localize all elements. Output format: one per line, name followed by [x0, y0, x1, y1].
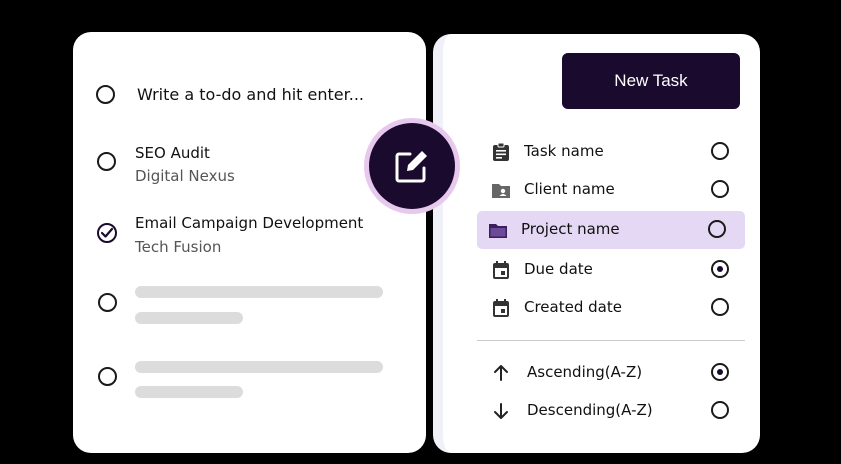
task-title: Email Campaign Development — [135, 214, 364, 232]
folder-icon — [489, 224, 507, 238]
clipboard-icon — [493, 142, 509, 161]
sort-order-label: Descending(A-Z) — [527, 401, 653, 419]
sort-option-label: Client name — [524, 180, 615, 198]
arrow-down-icon — [494, 403, 508, 419]
sort-order-radio[interactable] — [711, 363, 729, 381]
task-title: SEO Audit — [135, 144, 210, 162]
edit-icon — [395, 151, 427, 183]
task-client: Digital Nexus — [135, 167, 235, 185]
folder-user-icon — [492, 184, 510, 198]
sort-order-label: Ascending(A-Z) — [527, 363, 643, 381]
sort-order-descending[interactable]: Descending(A-Z) — [480, 392, 744, 430]
sort-option-task-name[interactable]: Task name — [480, 133, 744, 171]
todo-input[interactable]: Write a to-do and hit enter... — [137, 85, 364, 104]
skeleton-line — [135, 312, 243, 324]
sort-option-radio[interactable] — [711, 180, 729, 198]
sort-option-radio[interactable] — [708, 220, 726, 238]
sort-option-label: Created date — [524, 298, 622, 316]
skeleton-line — [135, 361, 383, 373]
skeleton-line — [135, 286, 383, 298]
sort-order-ascending[interactable]: Ascending(A-Z) — [480, 354, 744, 392]
sort-option-client-name[interactable]: Client name — [480, 171, 744, 209]
sort-option-label: Due date — [524, 260, 593, 278]
sort-panel: New Task Task name Client name Project n… — [433, 34, 760, 453]
checked-circle-icon[interactable] — [96, 222, 118, 244]
sort-option-label: Task name — [524, 142, 604, 160]
sort-option-project-name[interactable]: Project name — [477, 211, 745, 249]
skeleton-line — [135, 386, 243, 398]
sort-option-radio[interactable] — [711, 298, 729, 316]
task-client: Tech Fusion — [135, 238, 222, 256]
edit-button[interactable] — [369, 123, 455, 209]
calendar-icon — [493, 261, 509, 279]
task-radio[interactable] — [98, 367, 117, 386]
arrow-up-icon — [494, 365, 508, 381]
calendar-icon — [493, 299, 509, 317]
new-task-button[interactable]: New Task — [562, 53, 740, 109]
todo-card: Write a to-do and hit enter... SEO Audit… — [73, 32, 426, 453]
sort-order-radio[interactable] — [711, 401, 729, 419]
task-radio[interactable] — [97, 152, 116, 171]
sort-option-due-date[interactable]: Due date — [480, 251, 744, 289]
sort-option-radio[interactable] — [711, 142, 729, 160]
divider — [477, 340, 745, 341]
sort-option-label: Project name — [521, 220, 620, 238]
new-todo-radio[interactable] — [96, 85, 115, 104]
task-radio[interactable] — [98, 293, 117, 312]
sort-option-created-date[interactable]: Created date — [480, 289, 744, 327]
sort-option-radio[interactable] — [711, 260, 729, 278]
